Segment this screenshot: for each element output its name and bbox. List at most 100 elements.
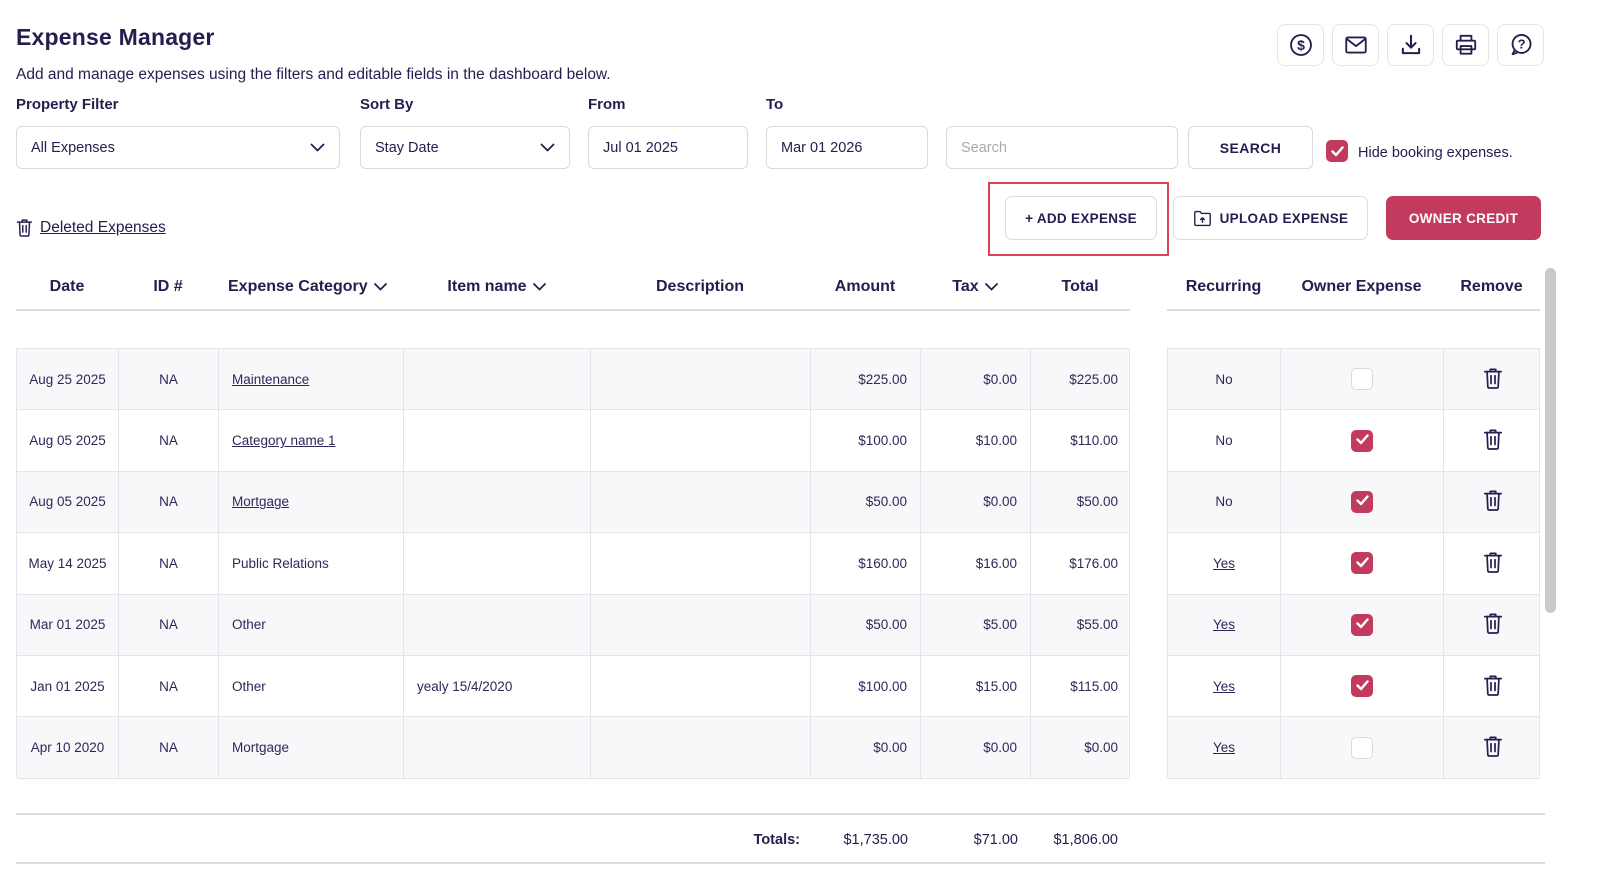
cell-amount[interactable]: $160.00: [811, 533, 921, 593]
owner-expense-checkbox[interactable]: [1351, 737, 1373, 759]
cell-tax[interactable]: $0.00: [921, 472, 1031, 532]
checkmark-icon: [1356, 433, 1369, 448]
cell-tax[interactable]: $0.00: [921, 349, 1031, 409]
delete-row-button[interactable]: [1483, 674, 1503, 699]
cell-description[interactable]: [591, 656, 811, 716]
column-header-label: Recurring: [1186, 278, 1262, 296]
cell-amount[interactable]: $0.00: [811, 717, 921, 777]
cell-description[interactable]: [591, 595, 811, 655]
recurring-link[interactable]: Yes: [1213, 556, 1235, 571]
trash-icon: [1483, 428, 1503, 453]
column-header-expense-category[interactable]: Expense Category: [218, 278, 403, 296]
column-header-label: ID #: [153, 278, 182, 296]
cell-amount[interactable]: $50.00: [811, 595, 921, 655]
page-subtitle: Add and manage expenses using the filter…: [16, 66, 611, 84]
expense-category-link[interactable]: Category name 1: [232, 433, 336, 448]
cell-description[interactable]: [591, 349, 811, 409]
mail-button[interactable]: [1332, 24, 1379, 66]
cell-date[interactable]: Jan 01 2025: [17, 656, 119, 716]
cell-description[interactable]: [591, 472, 811, 532]
delete-row-button[interactable]: [1483, 489, 1503, 514]
delete-row-button[interactable]: [1483, 428, 1503, 453]
chevron-down-icon: [540, 143, 555, 152]
trash-icon: [1483, 674, 1503, 699]
search-button[interactable]: SEARCH: [1188, 126, 1313, 169]
cell-expense-category: Mortgage: [219, 472, 404, 532]
cell-description[interactable]: [591, 410, 811, 470]
owner-expense-checkbox[interactable]: [1351, 368, 1373, 390]
search-input[interactable]: [946, 126, 1178, 169]
expense-category-link[interactable]: Mortgage: [232, 494, 289, 509]
column-header-label: Expense Category: [228, 278, 368, 296]
cell-amount[interactable]: $100.00: [811, 656, 921, 716]
cell-amount[interactable]: $225.00: [811, 349, 921, 409]
expense-category-text: Mortgage: [232, 740, 289, 755]
owner-expense-checkbox[interactable]: [1351, 552, 1373, 574]
cell-tax[interactable]: $15.00: [921, 656, 1031, 716]
dollar-button[interactable]: $: [1277, 24, 1324, 66]
owner-expense-checkbox[interactable]: [1351, 430, 1373, 452]
table-row-controls: Yes: [1168, 595, 1539, 656]
cell-date[interactable]: May 14 2025: [17, 533, 119, 593]
cell-tax[interactable]: $5.00: [921, 595, 1031, 655]
cell-date[interactable]: Aug 05 2025: [17, 410, 119, 470]
cell-amount[interactable]: $100.00: [811, 410, 921, 470]
download-button[interactable]: [1387, 24, 1434, 66]
cell-date[interactable]: Mar 01 2025: [17, 595, 119, 655]
totals-tax: $71.00: [920, 832, 1030, 848]
column-header-tax[interactable]: Tax: [920, 278, 1030, 296]
column-header-item-name[interactable]: Item name: [403, 278, 590, 296]
column-header-label: Amount: [835, 278, 895, 296]
cell-item-name[interactable]: yealy 15/4/2020: [404, 656, 591, 716]
property-filter-label: Property Filter: [16, 96, 119, 113]
cell-tax[interactable]: $0.00: [921, 717, 1031, 777]
cell-amount[interactable]: $50.00: [811, 472, 921, 532]
cell-tax[interactable]: $10.00: [921, 410, 1031, 470]
recurring-link[interactable]: Yes: [1213, 679, 1235, 694]
cell-description[interactable]: [591, 717, 811, 777]
cell-total: $110.00: [1031, 410, 1131, 470]
cell-total: $115.00: [1031, 656, 1131, 716]
cell-item-name[interactable]: [404, 349, 591, 409]
sort-by-select[interactable]: Stay Date: [360, 126, 570, 169]
upload-expense-button[interactable]: UPLOAD EXPENSE: [1173, 196, 1368, 240]
owner-expense-checkbox[interactable]: [1351, 675, 1373, 697]
property-filter-select[interactable]: All Expenses: [16, 126, 340, 169]
vertical-scrollbar[interactable]: [1545, 268, 1556, 613]
cell-date[interactable]: Aug 25 2025: [17, 349, 119, 409]
deleted-expenses-link[interactable]: Deleted Expenses: [16, 218, 166, 237]
cell-item-name[interactable]: [404, 595, 591, 655]
help-button[interactable]: ?: [1497, 24, 1544, 66]
expense-category-link[interactable]: Maintenance: [232, 372, 309, 387]
owner-expense-checkbox[interactable]: [1351, 491, 1373, 513]
expense-category-text: Other: [232, 679, 266, 694]
cell-item-name[interactable]: [404, 410, 591, 470]
cell-item-name[interactable]: [404, 717, 591, 777]
cell-expense-category: Maintenance: [219, 349, 404, 409]
delete-row-button[interactable]: [1483, 735, 1503, 760]
column-header-owner-expense: Owner Expense: [1280, 278, 1443, 296]
add-expense-button[interactable]: + ADD EXPENSE: [1005, 196, 1157, 240]
table-row: May 14 2025NAPublic Relations$160.00$16.…: [17, 533, 1129, 594]
cell-date[interactable]: Aug 05 2025: [17, 472, 119, 532]
cell-date[interactable]: Apr 10 2020: [17, 717, 119, 777]
delete-row-button[interactable]: [1483, 367, 1503, 392]
owner-expense-checkbox[interactable]: [1351, 614, 1373, 636]
cell-item-name[interactable]: [404, 533, 591, 593]
delete-row-button[interactable]: [1483, 551, 1503, 576]
trash-icon: [1483, 489, 1503, 514]
owner-credit-button[interactable]: OWNER CREDIT: [1386, 196, 1541, 240]
cell-description[interactable]: [591, 533, 811, 593]
delete-row-button[interactable]: [1483, 612, 1503, 637]
cell-tax[interactable]: $16.00: [921, 533, 1031, 593]
from-date-input[interactable]: [588, 126, 748, 169]
table-row: Apr 10 2020NAMortgage$0.00$0.00$0.00: [17, 717, 1129, 778]
cell-item-name[interactable]: [404, 472, 591, 532]
print-button[interactable]: [1442, 24, 1489, 66]
recurring-link[interactable]: Yes: [1213, 617, 1235, 632]
expense-table-controls: NoNoNoYesYesYesYes: [1167, 348, 1540, 778]
checkmark-icon: [1356, 494, 1369, 509]
recurring-link[interactable]: Yes: [1213, 740, 1235, 755]
hide-booking-checkbox[interactable]: [1326, 140, 1348, 162]
to-date-input[interactable]: [766, 126, 928, 169]
